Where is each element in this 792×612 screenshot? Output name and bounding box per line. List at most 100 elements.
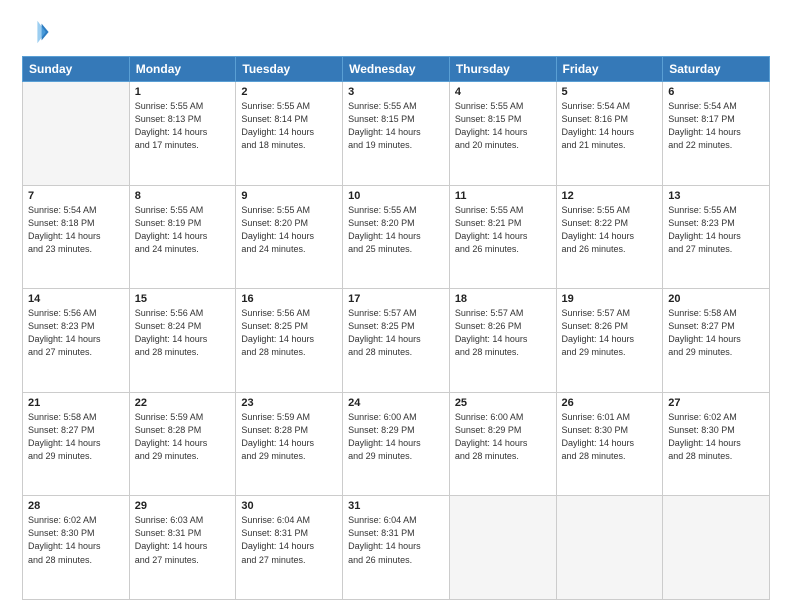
calendar-week-row: 1 Sunrise: 5:55 AMSunset: 8:13 PMDaylight…	[23, 82, 770, 186]
calendar-week-row: 14 Sunrise: 5:56 AMSunset: 8:23 PMDayligh…	[23, 289, 770, 393]
day-info: Sunrise: 5:54 AMSunset: 8:17 PMDaylight:…	[668, 100, 764, 152]
day-info: Sunrise: 5:56 AMSunset: 8:25 PMDaylight:…	[241, 307, 337, 359]
day-info: Sunrise: 5:57 AMSunset: 8:26 PMDaylight:…	[455, 307, 551, 359]
day-number: 5	[562, 86, 658, 98]
day-number: 17	[348, 293, 444, 305]
day-number: 30	[241, 500, 337, 512]
calendar-day-cell: 24 Sunrise: 6:00 AMSunset: 8:29 PMDayligh…	[343, 392, 450, 496]
calendar-day-cell: 25 Sunrise: 6:00 AMSunset: 8:29 PMDayligh…	[449, 392, 556, 496]
calendar-day-cell	[663, 496, 770, 600]
calendar-day-cell: 2 Sunrise: 5:55 AMSunset: 8:14 PMDaylight…	[236, 82, 343, 186]
calendar-day-cell: 13 Sunrise: 5:55 AMSunset: 8:23 PMDayligh…	[663, 185, 770, 289]
logo	[22, 18, 54, 46]
calendar-day-cell: 12 Sunrise: 5:55 AMSunset: 8:22 PMDayligh…	[556, 185, 663, 289]
day-info: Sunrise: 5:54 AMSunset: 8:16 PMDaylight:…	[562, 100, 658, 152]
calendar-day-cell: 11 Sunrise: 5:55 AMSunset: 8:21 PMDayligh…	[449, 185, 556, 289]
day-number: 31	[348, 500, 444, 512]
calendar-header-saturday: Saturday	[663, 57, 770, 82]
day-info: Sunrise: 5:57 AMSunset: 8:26 PMDaylight:…	[562, 307, 658, 359]
day-info: Sunrise: 5:58 AMSunset: 8:27 PMDaylight:…	[28, 411, 124, 463]
day-info: Sunrise: 6:02 AMSunset: 8:30 PMDaylight:…	[28, 514, 124, 566]
day-number: 3	[348, 86, 444, 98]
day-info: Sunrise: 6:03 AMSunset: 8:31 PMDaylight:…	[135, 514, 231, 566]
calendar-day-cell: 21 Sunrise: 5:58 AMSunset: 8:27 PMDayligh…	[23, 392, 130, 496]
day-info: Sunrise: 5:55 AMSunset: 8:22 PMDaylight:…	[562, 204, 658, 256]
calendar-day-cell	[556, 496, 663, 600]
calendar-header-friday: Friday	[556, 57, 663, 82]
calendar-day-cell: 18 Sunrise: 5:57 AMSunset: 8:26 PMDayligh…	[449, 289, 556, 393]
day-info: Sunrise: 6:00 AMSunset: 8:29 PMDaylight:…	[348, 411, 444, 463]
day-info: Sunrise: 5:59 AMSunset: 8:28 PMDaylight:…	[135, 411, 231, 463]
calendar-week-row: 21 Sunrise: 5:58 AMSunset: 8:27 PMDayligh…	[23, 392, 770, 496]
calendar-day-cell: 27 Sunrise: 6:02 AMSunset: 8:30 PMDayligh…	[663, 392, 770, 496]
calendar-day-cell: 19Sunrise: 5:57 AMSunset: 8:26 PMDayligh…	[556, 289, 663, 393]
calendar-day-cell: 4Sunrise: 5:55 AMSunset: 8:15 PMDaylight…	[449, 82, 556, 186]
day-info: Sunrise: 5:55 AMSunset: 8:13 PMDaylight:…	[135, 100, 231, 152]
calendar-day-cell: 5 Sunrise: 5:54 AMSunset: 8:16 PMDaylight…	[556, 82, 663, 186]
day-number: 20	[668, 293, 764, 305]
calendar-table: SundayMondayTuesdayWednesdayThursdayFrid…	[22, 56, 770, 600]
calendar-header-tuesday: Tuesday	[236, 57, 343, 82]
day-number: 23	[241, 397, 337, 409]
calendar-day-cell: 1 Sunrise: 5:55 AMSunset: 8:13 PMDaylight…	[129, 82, 236, 186]
day-info: Sunrise: 5:55 AMSunset: 8:20 PMDaylight:…	[348, 204, 444, 256]
calendar-day-cell: 15 Sunrise: 5:56 AMSunset: 8:24 PMDayligh…	[129, 289, 236, 393]
day-number: 27	[668, 397, 764, 409]
day-info: Sunrise: 5:58 AMSunset: 8:27 PMDaylight:…	[668, 307, 764, 359]
page: SundayMondayTuesdayWednesdayThursdayFrid…	[0, 0, 792, 612]
day-info: Sunrise: 6:04 AMSunset: 8:31 PMDaylight:…	[348, 514, 444, 566]
calendar-day-cell: 6 Sunrise: 5:54 AMSunset: 8:17 PMDaylight…	[663, 82, 770, 186]
calendar-day-cell: 17Sunrise: 5:57 AMSunset: 8:25 PMDayligh…	[343, 289, 450, 393]
calendar-day-cell	[23, 82, 130, 186]
day-number: 12	[562, 190, 658, 202]
day-info: Sunrise: 5:55 AMSunset: 8:14 PMDaylight:…	[241, 100, 337, 152]
calendar-day-cell: 20 Sunrise: 5:58 AMSunset: 8:27 PMDayligh…	[663, 289, 770, 393]
day-number: 9	[241, 190, 337, 202]
calendar-day-cell: 29Sunrise: 6:03 AMSunset: 8:31 PMDayligh…	[129, 496, 236, 600]
logo-icon	[22, 18, 50, 46]
day-info: Sunrise: 6:01 AMSunset: 8:30 PMDaylight:…	[562, 411, 658, 463]
calendar-day-cell: 30 Sunrise: 6:04 AMSunset: 8:31 PMDayligh…	[236, 496, 343, 600]
calendar-header-thursday: Thursday	[449, 57, 556, 82]
day-info: Sunrise: 6:04 AMSunset: 8:31 PMDaylight:…	[241, 514, 337, 566]
day-info: Sunrise: 5:56 AMSunset: 8:24 PMDaylight:…	[135, 307, 231, 359]
day-info: Sunrise: 5:55 AMSunset: 8:20 PMDaylight:…	[241, 204, 337, 256]
calendar-day-cell: 26Sunrise: 6:01 AMSunset: 8:30 PMDayligh…	[556, 392, 663, 496]
calendar-day-cell: 7 Sunrise: 5:54 AMSunset: 8:18 PMDaylight…	[23, 185, 130, 289]
day-number: 25	[455, 397, 551, 409]
calendar-day-cell: 10 Sunrise: 5:55 AMSunset: 8:20 PMDayligh…	[343, 185, 450, 289]
day-info: Sunrise: 5:55 AMSunset: 8:21 PMDaylight:…	[455, 204, 551, 256]
calendar-week-row: 7 Sunrise: 5:54 AMSunset: 8:18 PMDaylight…	[23, 185, 770, 289]
calendar-day-cell: 16Sunrise: 5:56 AMSunset: 8:25 PMDayligh…	[236, 289, 343, 393]
day-number: 18	[455, 293, 551, 305]
day-info: Sunrise: 6:02 AMSunset: 8:30 PMDaylight:…	[668, 411, 764, 463]
day-info: Sunrise: 5:55 AMSunset: 8:23 PMDaylight:…	[668, 204, 764, 256]
day-number: 11	[455, 190, 551, 202]
day-info: Sunrise: 5:56 AMSunset: 8:23 PMDaylight:…	[28, 307, 124, 359]
day-number: 24	[348, 397, 444, 409]
day-number: 1	[135, 86, 231, 98]
calendar-header-sunday: Sunday	[23, 57, 130, 82]
day-number: 7	[28, 190, 124, 202]
calendar-day-cell: 3 Sunrise: 5:55 AMSunset: 8:15 PMDaylight…	[343, 82, 450, 186]
calendar-day-cell: 23Sunrise: 5:59 AMSunset: 8:28 PMDayligh…	[236, 392, 343, 496]
calendar-week-row: 28 Sunrise: 6:02 AMSunset: 8:30 PMDayligh…	[23, 496, 770, 600]
day-number: 6	[668, 86, 764, 98]
day-info: Sunrise: 5:55 AMSunset: 8:19 PMDaylight:…	[135, 204, 231, 256]
day-number: 2	[241, 86, 337, 98]
day-number: 15	[135, 293, 231, 305]
day-number: 28	[28, 500, 124, 512]
day-number: 13	[668, 190, 764, 202]
day-number: 14	[28, 293, 124, 305]
day-info: Sunrise: 6:00 AMSunset: 8:29 PMDaylight:…	[455, 411, 551, 463]
day-number: 10	[348, 190, 444, 202]
day-info: Sunrise: 5:54 AMSunset: 8:18 PMDaylight:…	[28, 204, 124, 256]
calendar-header-wednesday: Wednesday	[343, 57, 450, 82]
day-info: Sunrise: 5:55 AMSunset: 8:15 PMDaylight:…	[348, 100, 444, 152]
calendar-day-cell	[449, 496, 556, 600]
calendar-day-cell: 28 Sunrise: 6:02 AMSunset: 8:30 PMDayligh…	[23, 496, 130, 600]
day-number: 4	[455, 86, 551, 98]
calendar-day-cell: 31 Sunrise: 6:04 AMSunset: 8:31 PMDayligh…	[343, 496, 450, 600]
day-number: 21	[28, 397, 124, 409]
calendar-day-cell: 14 Sunrise: 5:56 AMSunset: 8:23 PMDayligh…	[23, 289, 130, 393]
